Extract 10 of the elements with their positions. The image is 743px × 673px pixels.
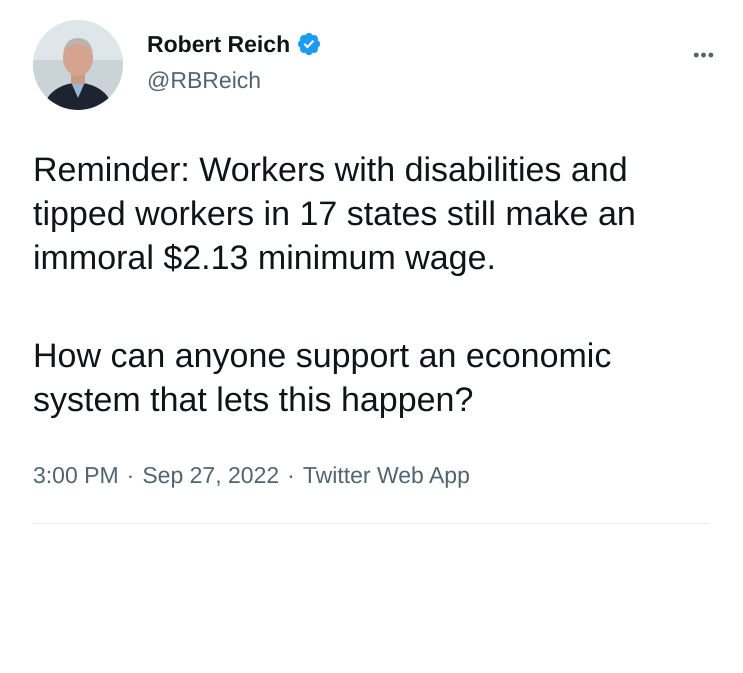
- more-options-button[interactable]: •••: [693, 42, 715, 69]
- separator: ·: [126, 461, 134, 490]
- tweet-text: Reminder: Workers with disabilities and tipped workers in 17 states still make an immoral $2.13 minimum wage.: [33, 150, 637, 279]
- author-name[interactable]: Robert Reich: [147, 29, 290, 59]
- tweet-text: How can anyone support an economic system that lets this happen?: [33, 336, 612, 421]
- timestamp: Sep 27, 2022: [142, 461, 280, 490]
- timestamp: 3:00 PM: [33, 461, 119, 490]
- author-handle[interactable]: @RBReich: [147, 65, 322, 95]
- source-link[interactable]: Twitter Web App: [302, 458, 470, 492]
- separator: ·: [287, 461, 295, 490]
